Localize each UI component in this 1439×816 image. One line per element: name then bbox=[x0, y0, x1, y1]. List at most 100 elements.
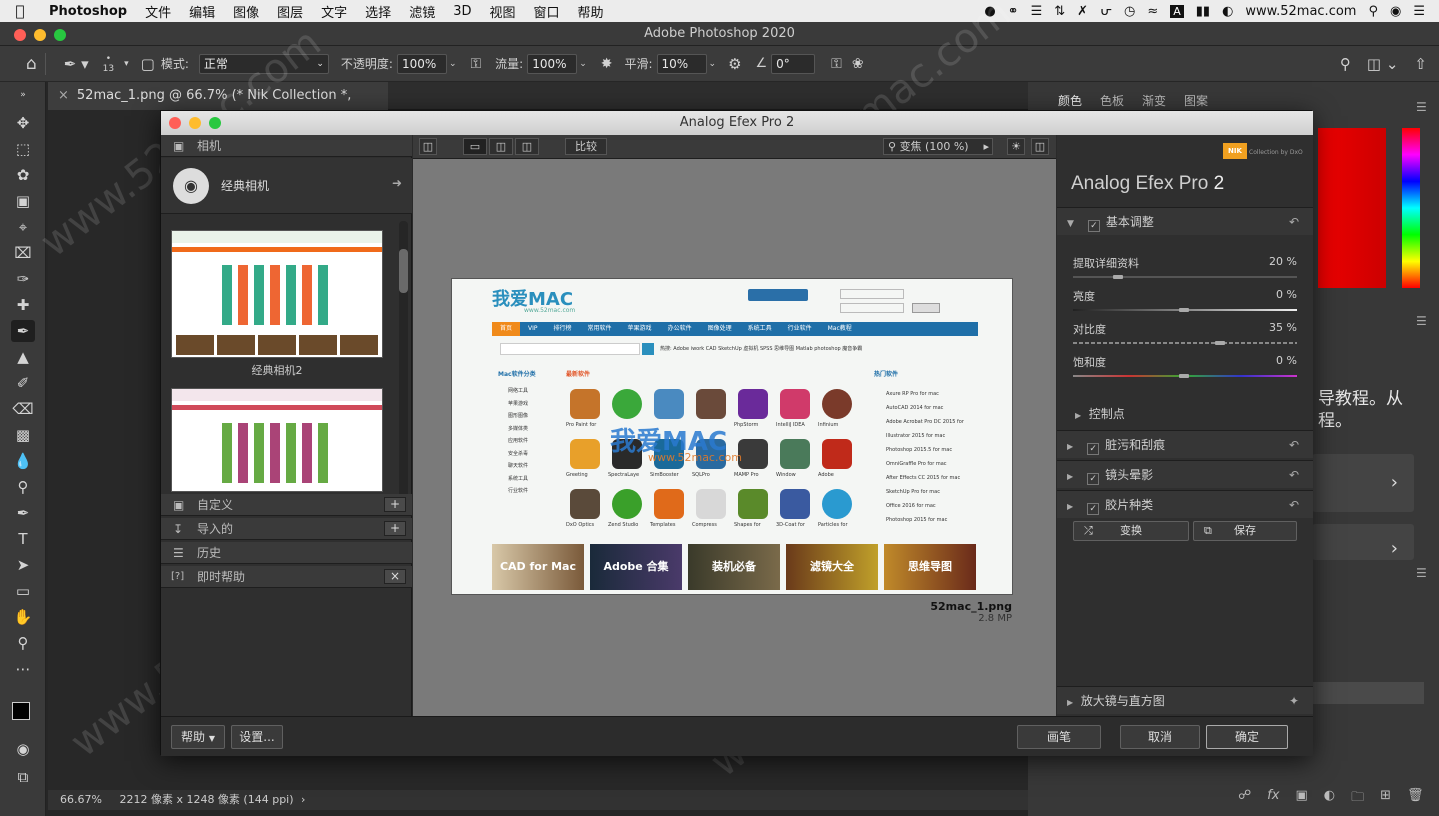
camera-selector[interactable]: ◉ 经典相机 ➜ bbox=[161, 158, 412, 214]
input-source-icon[interactable]: A bbox=[1170, 4, 1184, 18]
list-icon[interactable]: ☰ bbox=[1413, 4, 1425, 19]
folder-icon[interactable]: 🗀 bbox=[1351, 788, 1364, 810]
brush-settings-icon[interactable]: ▢ bbox=[141, 55, 155, 73]
dirt-checkbox[interactable]: ✓ bbox=[1087, 443, 1100, 455]
close-window-button[interactable] bbox=[14, 29, 26, 41]
stack-icon[interactable]: ☰ bbox=[1031, 4, 1043, 19]
panel-menu-icon[interactable]: ☰ bbox=[1416, 314, 1427, 328]
angle-field[interactable]: 0° bbox=[771, 53, 816, 74]
hue-slider[interactable] bbox=[1402, 128, 1420, 288]
menu-app[interactable]: Photoshop bbox=[40, 4, 136, 19]
lasso-tool-icon[interactable]: ✿ bbox=[11, 164, 35, 186]
foreground-color-swatch[interactable] bbox=[12, 702, 30, 720]
tools-icon[interactable]: ✗ bbox=[1077, 4, 1088, 19]
minimize-dialog-button[interactable] bbox=[189, 117, 201, 129]
vignette-checkbox[interactable]: ✓ bbox=[1087, 473, 1100, 485]
healing-brush-tool-icon[interactable]: ✚ bbox=[11, 294, 35, 316]
scrollbar-thumb[interactable] bbox=[399, 249, 408, 293]
side-by-side-icon[interactable]: ◫ bbox=[515, 138, 539, 155]
split-view-icon[interactable]: ◫ bbox=[489, 138, 513, 155]
save-preset-button[interactable]: ⧉ 保存 bbox=[1193, 521, 1297, 541]
menu-help[interactable]: 帮助 bbox=[569, 2, 613, 21]
close-help-button[interactable]: × bbox=[384, 569, 406, 584]
menu-select[interactable]: 选择 bbox=[356, 2, 400, 21]
brush-tool-icon[interactable]: ✒ ▾ bbox=[64, 55, 89, 73]
link-icon[interactable]: ☍ bbox=[1238, 788, 1251, 810]
hand-tool-icon[interactable]: ✋ bbox=[11, 606, 35, 628]
layer-row[interactable] bbox=[1312, 682, 1424, 704]
film-type-header[interactable]: ▶ ✓ 胶片种类 ↶ bbox=[1057, 490, 1313, 518]
menu-file[interactable]: 文件 bbox=[136, 2, 180, 21]
fx-icon[interactable]: fx bbox=[1267, 788, 1279, 810]
siri-icon[interactable]: ◉ bbox=[1390, 4, 1401, 19]
quick-help-section[interactable]: [?] 即时帮助 × bbox=[161, 566, 412, 588]
airbrush-icon[interactable]: ✸ bbox=[601, 56, 613, 72]
single-view-icon[interactable]: ▭ bbox=[463, 138, 487, 155]
gradient-tool-icon[interactable]: ▩ bbox=[11, 424, 35, 446]
type-tool-icon[interactable]: T bbox=[11, 528, 35, 550]
search-icon[interactable]: ⚲ bbox=[1340, 55, 1351, 73]
blur-tool-icon[interactable]: 💧 bbox=[11, 450, 35, 472]
menu-type[interactable]: 文字 bbox=[312, 2, 356, 21]
panel-toggle-icon[interactable]: ◫ bbox=[1031, 138, 1049, 155]
detail-slider-knob[interactable] bbox=[1113, 275, 1123, 279]
menu-view[interactable]: 视图 bbox=[480, 2, 524, 21]
flow-field[interactable]: 100% bbox=[527, 53, 578, 74]
gear-icon[interactable]: ⚙ bbox=[728, 55, 741, 73]
preset-thumbnail[interactable] bbox=[171, 230, 383, 358]
search-icon[interactable]: ⚲ bbox=[1368, 4, 1378, 19]
reset-icon[interactable]: ↶ bbox=[1289, 208, 1299, 236]
basic-adjustments-header[interactable]: ▼ ✓ 基本调整 ↶ bbox=[1057, 207, 1313, 235]
learn-card[interactable]: › bbox=[1312, 524, 1414, 560]
smooth-dropdown-icon[interactable]: ⌄ bbox=[709, 59, 717, 69]
opacity-dropdown-icon[interactable]: ⌄ bbox=[449, 59, 457, 69]
tab-gradients[interactable]: 渐变 bbox=[1142, 92, 1166, 109]
control-points-header[interactable]: ▶ 控制点 bbox=[1075, 405, 1125, 422]
saturation-slider[interactable] bbox=[1073, 374, 1297, 378]
tab-patterns[interactable]: 图案 bbox=[1184, 92, 1208, 109]
menu-window[interactable]: 窗口 bbox=[525, 2, 569, 21]
compare-button[interactable]: 比较 bbox=[565, 138, 607, 155]
close-dialog-button[interactable] bbox=[169, 117, 181, 129]
workspace-icon[interactable]: ◫ ⌄ bbox=[1367, 55, 1399, 73]
loupe-histogram-header[interactable]: ▶ 放大镜与直方图 ✦ bbox=[1057, 686, 1313, 714]
imported-section[interactable]: ↧ 导入的 + bbox=[161, 518, 412, 540]
symmetry-icon[interactable]: ❀ bbox=[852, 56, 864, 72]
preset-thumbnail[interactable] bbox=[171, 388, 383, 492]
rectangle-tool-icon[interactable]: ▭ bbox=[11, 580, 35, 602]
reset-icon[interactable]: ↶ bbox=[1289, 431, 1299, 459]
background-light-icon[interactable]: ☀ bbox=[1007, 138, 1025, 155]
pressure-opacity-icon[interactable]: ⚿ bbox=[470, 56, 481, 72]
eraser-tool-icon[interactable]: ⌫ bbox=[11, 398, 35, 420]
adjustment-icon[interactable]: ◐ bbox=[1324, 788, 1335, 810]
cancel-button[interactable]: 取消 bbox=[1120, 725, 1200, 749]
menu-filter[interactable]: 滤镜 bbox=[400, 2, 444, 21]
apple-icon[interactable]:  bbox=[0, 2, 40, 20]
tab-swatches[interactable]: 色板 bbox=[1100, 92, 1124, 109]
sync-icon[interactable]: ⇅ bbox=[1054, 4, 1065, 19]
minimize-window-button[interactable] bbox=[34, 29, 46, 41]
dodge-tool-icon[interactable]: ⚲ bbox=[11, 476, 35, 498]
screen-mode-icon[interactable]: ⧉ bbox=[11, 766, 35, 788]
share-icon[interactable]: ⇧ bbox=[1414, 55, 1427, 73]
contrast-slider[interactable] bbox=[1073, 341, 1297, 345]
zoom-dropdown[interactable]: ⚲ 变焦 (100 %) ▸ bbox=[883, 138, 993, 155]
control-icon[interactable]: ◐ bbox=[1222, 4, 1233, 19]
path-select-tool-icon[interactable]: ➤ bbox=[11, 554, 35, 576]
color-field[interactable] bbox=[1318, 128, 1386, 288]
zoom-window-button[interactable] bbox=[54, 29, 66, 41]
new-layer-icon[interactable]: ⊞ bbox=[1380, 788, 1391, 810]
reset-icon[interactable]: ↶ bbox=[1289, 461, 1299, 489]
panel-menu-icon[interactable]: ☰ bbox=[1416, 100, 1427, 114]
contrast-slider-knob[interactable] bbox=[1215, 341, 1225, 345]
transform-button[interactable]: ⤮ 变换 bbox=[1073, 521, 1189, 541]
menu-layer[interactable]: 图层 bbox=[268, 2, 312, 21]
pen-tool-icon[interactable]: ✒ bbox=[11, 502, 35, 524]
object-select-tool-icon[interactable]: ▣ bbox=[11, 190, 35, 212]
crop-tool-icon[interactable]: ⌖ bbox=[11, 216, 35, 238]
chevron-down-icon[interactable]: ▾ bbox=[124, 59, 129, 69]
brush-size-picker[interactable]: • 13 bbox=[103, 54, 114, 74]
menu-image[interactable]: 图像 bbox=[224, 2, 268, 21]
history-section[interactable]: ☰ 历史 bbox=[161, 542, 412, 564]
brush-button[interactable]: 画笔 bbox=[1017, 725, 1101, 749]
